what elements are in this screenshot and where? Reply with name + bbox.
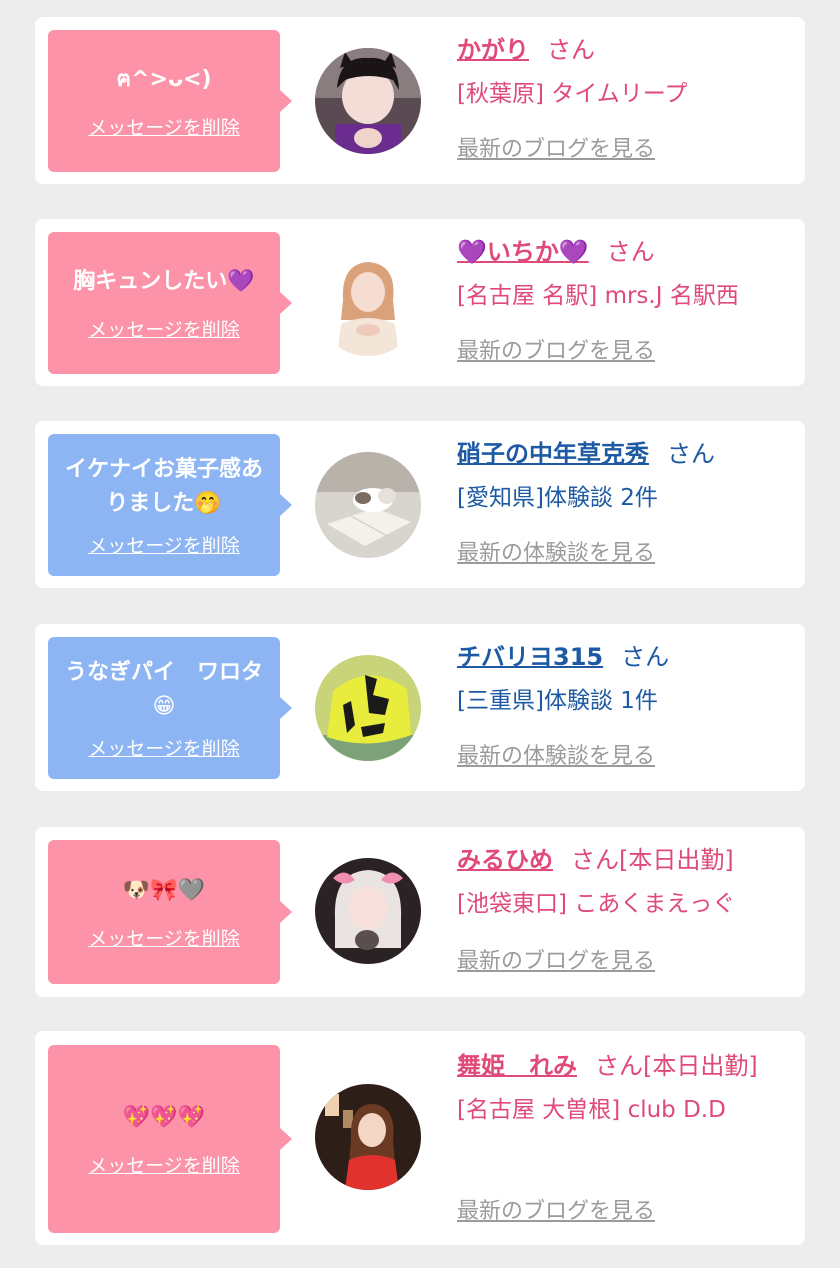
- message-bubble: 💖💖💖 メッセージを削除: [48, 1045, 292, 1233]
- delete-message-link[interactable]: メッセージを削除: [88, 1151, 240, 1178]
- sender-name-link[interactable]: 舞姫 れみ: [457, 1052, 577, 1080]
- delete-message-link[interactable]: メッセージを削除: [88, 113, 240, 140]
- avatar[interactable]: [315, 48, 421, 154]
- honorific: さん[本日出勤]: [571, 846, 734, 874]
- sender-name-link[interactable]: 硝子の中年草克秀: [457, 440, 649, 468]
- message-card: うなぎパイ ワロタ😁 メッセージを削除 チバリヨ315 さん [三重県]体験談 1…: [35, 624, 805, 791]
- honorific: さん: [606, 238, 655, 266]
- avatar[interactable]: [315, 452, 421, 558]
- delete-message-link[interactable]: メッセージを削除: [88, 531, 240, 558]
- message-text: うなぎパイ ワロタ😁: [64, 659, 263, 719]
- message-card: 胸キュンしたい💜 メッセージを削除 💜いちか💜 さん [名古屋 名駅] mrs.J…: [35, 219, 805, 386]
- message-bubble: 胸キュンしたい💜 メッセージを削除: [48, 232, 292, 374]
- sender-name-link[interactable]: チバリヨ315: [457, 643, 603, 671]
- latest-blog-link[interactable]: 最新のブログを見る: [457, 337, 655, 367]
- latest-review-link[interactable]: 最新の体験談を見る: [457, 539, 655, 569]
- delete-message-link[interactable]: メッセージを削除: [88, 734, 240, 761]
- sender-info: 硝子の中年草克秀 さん [愛知県]体験談 2件 最新の体験談を見る: [457, 435, 797, 566]
- latest-blog-link[interactable]: 最新のブログを見る: [457, 1197, 655, 1227]
- message-text: 🐶🎀🩶: [122, 877, 206, 903]
- message-text: イケナイお菓子感ありました🤭: [64, 456, 263, 516]
- avatar[interactable]: [315, 250, 421, 356]
- honorific: さん[本日出勤]: [595, 1052, 758, 1080]
- avatar[interactable]: [315, 858, 421, 964]
- message-card: イケナイお菓子感ありました🤭 メッセージを削除 硝子の中年草克秀 さん [愛知県]…: [35, 421, 805, 588]
- honorific: さん: [547, 36, 595, 64]
- shop-info: [三重県]体験談 1件: [457, 688, 658, 714]
- sender-info: チバリヨ315 さん [三重県]体験談 1件 最新の体験談を見る: [457, 638, 797, 769]
- honorific: さん: [621, 643, 670, 671]
- shop-info: [愛知県]体験談 2件: [457, 485, 658, 511]
- shop-info: [名古屋 名駅] mrs.J 名駅西: [457, 283, 739, 309]
- latest-blog-link[interactable]: 最新のブログを見る: [457, 135, 655, 165]
- message-card: 🐶🎀🩶 メッセージを削除 みるひめ さん[本日出勤] [池袋東口] こあくまえっぐ…: [35, 827, 805, 997]
- sender-name-link[interactable]: かがり: [457, 36, 529, 64]
- sender-name-link[interactable]: みるひめ: [457, 846, 553, 874]
- message-card: 💖💖💖 メッセージを削除 舞姫 れみ さん[本日出勤] [名古屋 大曽根] clu…: [35, 1031, 805, 1245]
- message-text: ฅ^>ᴗ<): [116, 66, 212, 92]
- message-bubble: 🐶🎀🩶 メッセージを削除: [48, 840, 292, 984]
- delete-message-link[interactable]: メッセージを削除: [88, 315, 240, 342]
- delete-message-link[interactable]: メッセージを削除: [88, 924, 240, 951]
- sender-info: かがり さん [秋葉原] タイムリープ 最新のブログを見る: [457, 31, 797, 162]
- shop-info: [名古屋 大曽根] club D.D: [457, 1097, 726, 1123]
- avatar[interactable]: [315, 655, 421, 761]
- shop-info: [秋葉原] タイムリープ: [457, 81, 688, 107]
- message-card: ฅ^>ᴗ<) メッセージを削除 かがり さん [秋葉原] タイムリープ 最新のブロ…: [35, 17, 805, 184]
- shop-info: [池袋東口] こあくまえっぐ: [457, 891, 736, 917]
- sender-info: 舞姫 れみ さん[本日出勤] [名古屋 大曽根] club D.D 最新のブログを…: [457, 1045, 797, 1224]
- message-bubble: イケナイお菓子感ありました🤭 メッセージを削除: [48, 434, 292, 576]
- honorific: さん: [667, 440, 715, 468]
- latest-review-link[interactable]: 最新の体験談を見る: [457, 742, 655, 772]
- latest-blog-link[interactable]: 最新のブログを見る: [457, 947, 655, 977]
- sender-info: みるひめ さん[本日出勤] [池袋東口] こあくまえっぐ 最新のブログを見る: [457, 841, 797, 974]
- message-bubble: ฅ^>ᴗ<) メッセージを削除: [48, 30, 292, 172]
- message-text: 胸キュンしたい💜: [73, 268, 255, 294]
- message-text: 💖💖💖: [122, 1104, 206, 1130]
- sender-name-link[interactable]: 💜いちか💜: [457, 238, 589, 266]
- avatar[interactable]: [315, 1084, 421, 1190]
- message-bubble: うなぎパイ ワロタ😁 メッセージを削除: [48, 637, 292, 779]
- sender-info: 💜いちか💜 さん [名古屋 名駅] mrs.J 名駅西 最新のブログを見る: [457, 233, 797, 364]
